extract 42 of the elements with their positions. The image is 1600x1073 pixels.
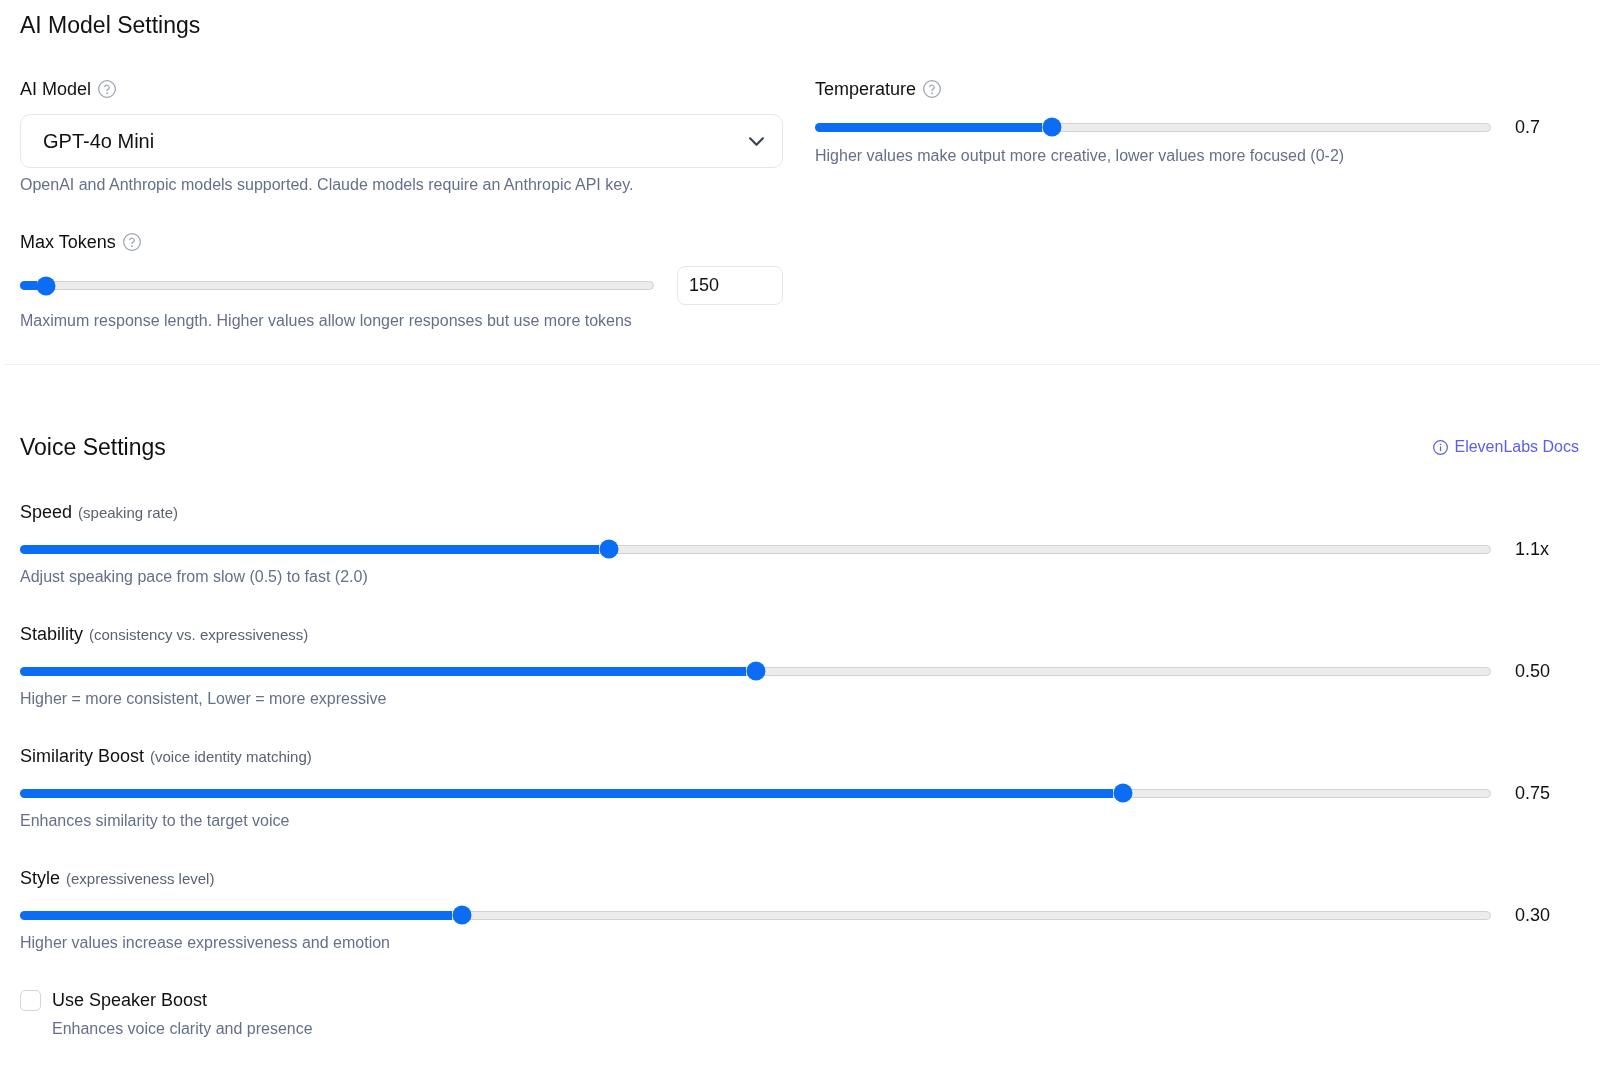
slider-thumb[interactable] bbox=[1042, 117, 1062, 137]
help-text: Enhances similarity to the target voice bbox=[20, 811, 290, 831]
max-tokens-input[interactable]: 150 bbox=[677, 266, 783, 305]
chevron-down-icon bbox=[749, 136, 764, 146]
field-hint: (voice identity matching) bbox=[150, 747, 312, 767]
slider-value: 0.7 bbox=[1515, 117, 1541, 137]
help-text: Higher values make output more creative, lower values more focused (0-2) bbox=[815, 146, 1345, 166]
info-icon bbox=[1433, 439, 1449, 455]
slider-value: 0.50 bbox=[1515, 661, 1551, 681]
help-text: Adjust speaking pace from slow (0.5) to fast (2.0) bbox=[20, 567, 368, 587]
field-label: Stability bbox=[20, 623, 84, 646]
help-text: Maximum response length. Higher values allow longer responses but use more tokens bbox=[20, 311, 632, 331]
section-title: AI Model Settings bbox=[20, 11, 201, 40]
help-icon[interactable] bbox=[98, 80, 117, 98]
docs-link[interactable]: ElevenLabs Docs bbox=[1433, 435, 1579, 459]
help-text: Enhances voice clarity and presence bbox=[52, 1019, 313, 1039]
field-label: AI Model bbox=[20, 78, 92, 101]
help-text: Higher values increase expressiveness and emotion bbox=[20, 933, 390, 953]
slider-value: 0.30 bbox=[1515, 905, 1551, 925]
field-label: Style bbox=[20, 867, 61, 890]
model-select[interactable]: GPT-4o Mini bbox=[20, 114, 783, 168]
slider-thumb[interactable] bbox=[1113, 783, 1133, 803]
slider-thumb[interactable] bbox=[36, 276, 56, 295]
checkbox[interactable] bbox=[20, 989, 41, 1011]
field-label: Similarity Boost bbox=[20, 745, 145, 768]
slider-thumb[interactable] bbox=[746, 661, 765, 681]
field-label: Max Tokens bbox=[20, 231, 116, 254]
field-label: Temperature bbox=[815, 78, 917, 101]
field-hint: (speaking rate) bbox=[78, 503, 179, 523]
help-icon[interactable] bbox=[923, 80, 942, 98]
help-icon[interactable] bbox=[122, 233, 141, 251]
slider-value: 1.1x bbox=[1515, 539, 1550, 559]
help-text: Higher = more consistent, Lower = more expressive bbox=[20, 689, 387, 709]
field-hint: (consistency vs. expressiveness) bbox=[89, 625, 309, 645]
slider-thumb[interactable] bbox=[599, 539, 619, 559]
field-label: Speed bbox=[20, 501, 73, 524]
field-hint: (expressiveness level) bbox=[66, 869, 215, 889]
help-text: OpenAI and Anthropic models supported. Claude models require an Anthropic API key. bbox=[20, 175, 634, 195]
checkbox-label: Use Speaker Boost bbox=[52, 989, 208, 1012]
section-title: Voice Settings bbox=[20, 433, 166, 462]
slider-thumb[interactable] bbox=[452, 905, 472, 925]
slider-value: 0.75 bbox=[1515, 783, 1551, 803]
